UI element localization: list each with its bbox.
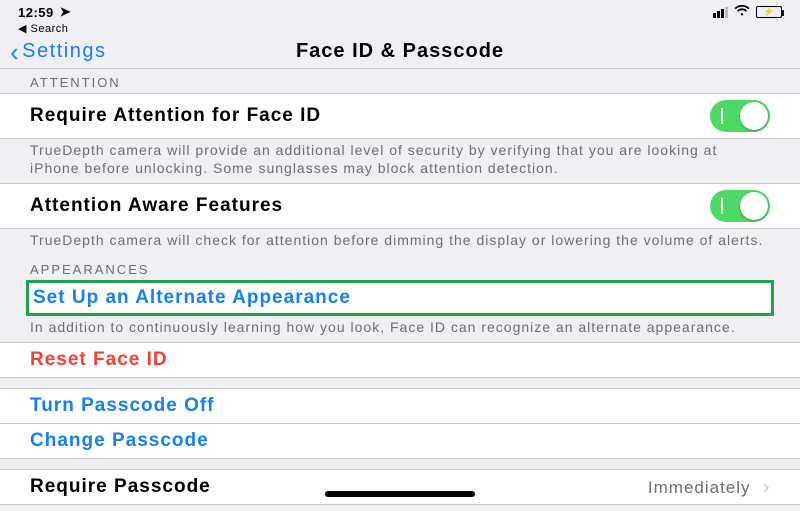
- require-passcode-value: Immediately: [648, 478, 751, 497]
- attention-aware-label: Attention Aware Features: [30, 195, 283, 217]
- require-attention-footer: TrueDepth camera will provide an additio…: [0, 139, 800, 183]
- require-attention-toggle[interactable]: [710, 100, 770, 132]
- attention-aware-toggle[interactable]: [710, 190, 770, 222]
- section-header-appearances: APPEARANCES: [0, 256, 800, 280]
- require-passcode-label: Require Passcode: [30, 476, 211, 498]
- wifi-icon: [734, 5, 750, 20]
- battery-icon: ⚡: [756, 6, 782, 18]
- section-header-attention: ATTENTION: [0, 69, 800, 93]
- chevron-right-icon: ›: [764, 477, 771, 497]
- back-label: Settings: [22, 40, 106, 63]
- turn-passcode-off-row[interactable]: Turn Passcode Off: [0, 388, 800, 424]
- attention-aware-row[interactable]: Attention Aware Features: [0, 183, 800, 229]
- highlight-annotation: Set Up an Alternate Appearance: [26, 280, 774, 316]
- back-button[interactable]: ‹ Settings: [10, 39, 106, 65]
- attention-aware-footer: TrueDepth camera will check for attentio…: [0, 229, 800, 256]
- alternate-appearance-footer: In addition to continuously learning how…: [0, 316, 800, 343]
- change-passcode-label: Change Passcode: [30, 430, 209, 452]
- back-to-app[interactable]: ◀ Search: [0, 22, 800, 35]
- alternate-appearance-label: Set Up an Alternate Appearance: [33, 287, 351, 309]
- location-icon: ➤: [60, 4, 71, 20]
- require-attention-label: Require Attention for Face ID: [30, 105, 321, 127]
- chevron-left-icon: ‹: [10, 39, 20, 65]
- reset-faceid-label: Reset Face ID: [30, 349, 168, 371]
- turn-passcode-off-label: Turn Passcode Off: [30, 395, 215, 417]
- page-title: Face ID & Passcode: [296, 40, 504, 63]
- status-time: 12:59: [18, 5, 54, 20]
- require-attention-row[interactable]: Require Attention for Face ID: [0, 93, 800, 139]
- nav-bar: ‹ Settings Face ID & Passcode: [0, 35, 800, 69]
- reset-faceid-row[interactable]: Reset Face ID: [0, 342, 800, 378]
- alternate-appearance-row[interactable]: Set Up an Alternate Appearance: [29, 283, 771, 313]
- home-indicator[interactable]: [325, 491, 475, 497]
- cellular-icon: [713, 7, 728, 18]
- status-bar: 12:59 ➤ ⚡: [0, 0, 800, 24]
- change-passcode-row[interactable]: Change Passcode: [0, 424, 800, 459]
